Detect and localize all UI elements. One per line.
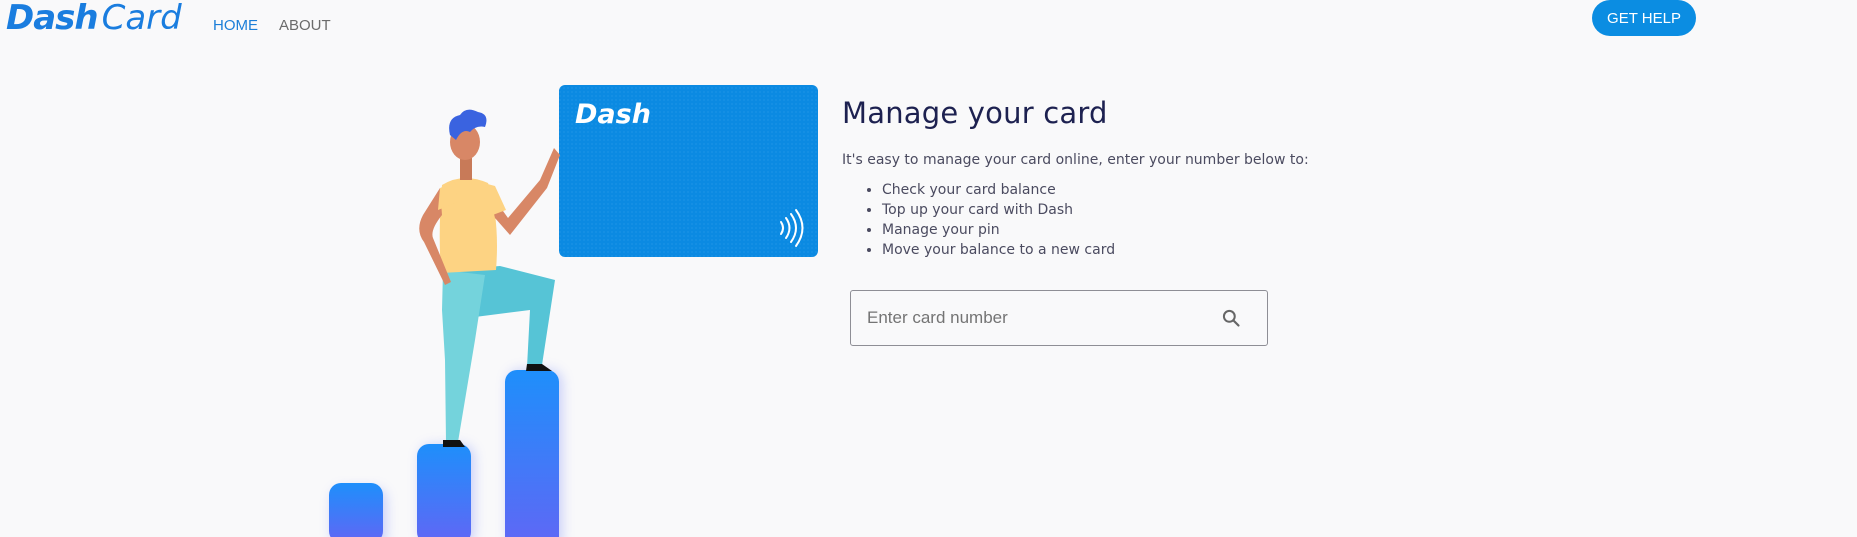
card-brand-text: Dash xyxy=(575,99,651,130)
card-search-box xyxy=(850,290,1268,346)
logo-dash-text: Dash xyxy=(6,0,99,38)
nav-home[interactable]: HOME xyxy=(213,17,258,34)
nav-about[interactable]: ABOUT xyxy=(279,17,331,34)
manage-card-section: Manage your card It's easy to manage you… xyxy=(842,96,1402,260)
get-help-button[interactable]: GET HELP xyxy=(1592,0,1696,36)
bar-small xyxy=(329,483,383,537)
card-number-input[interactable] xyxy=(865,307,1219,329)
bar-medium xyxy=(417,444,471,537)
search-icon[interactable] xyxy=(1219,306,1243,330)
feature-item: Top up your card with Dash xyxy=(882,200,1402,220)
main-nav: HOME ABOUT xyxy=(213,17,331,34)
logo-card-text: Card xyxy=(101,0,182,38)
hero-illustration: Dash xyxy=(329,85,818,537)
intro-text: It's easy to manage your card online, en… xyxy=(842,152,1309,168)
feature-item: Manage your pin xyxy=(882,220,1402,240)
logo[interactable]: Dash Card xyxy=(6,0,182,36)
bar-tall xyxy=(505,370,559,537)
page-title: Manage your card xyxy=(842,96,1108,130)
feature-item: Check your card balance xyxy=(882,180,1402,200)
dash-card-graphic: Dash xyxy=(559,85,818,257)
feature-item: Move your balance to a new card xyxy=(882,240,1402,260)
feature-list: Check your card balance Top up your card… xyxy=(842,180,1402,260)
